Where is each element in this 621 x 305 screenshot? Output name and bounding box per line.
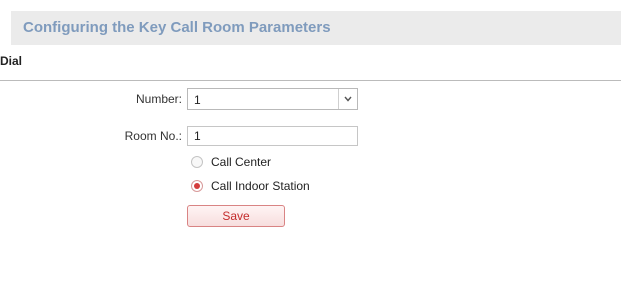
number-select[interactable]: 1 — [187, 88, 358, 110]
radio-label-call-indoor-station: Call Indoor Station — [211, 179, 310, 193]
radio-dot — [194, 183, 200, 189]
save-button[interactable]: Save — [187, 205, 285, 227]
room-no-input[interactable] — [187, 126, 358, 146]
number-label: Number: — [135, 92, 182, 106]
dropdown-button[interactable] — [338, 89, 357, 109]
radio-label-call-center: Call Center — [211, 155, 272, 169]
section-title-dial: Dial — [0, 54, 23, 68]
room-no-label: Room No.: — [124, 129, 182, 143]
radio-button-checked[interactable] — [191, 180, 203, 192]
page-header: Configuring the Key Call Room Parameters — [11, 11, 621, 45]
radio-button[interactable] — [191, 156, 203, 168]
chevron-down-icon — [344, 96, 352, 102]
page-title: Configuring the Key Call Room Parameters — [23, 19, 331, 36]
section-divider — [0, 80, 621, 81]
number-select-value: 1 — [194, 93, 201, 107]
